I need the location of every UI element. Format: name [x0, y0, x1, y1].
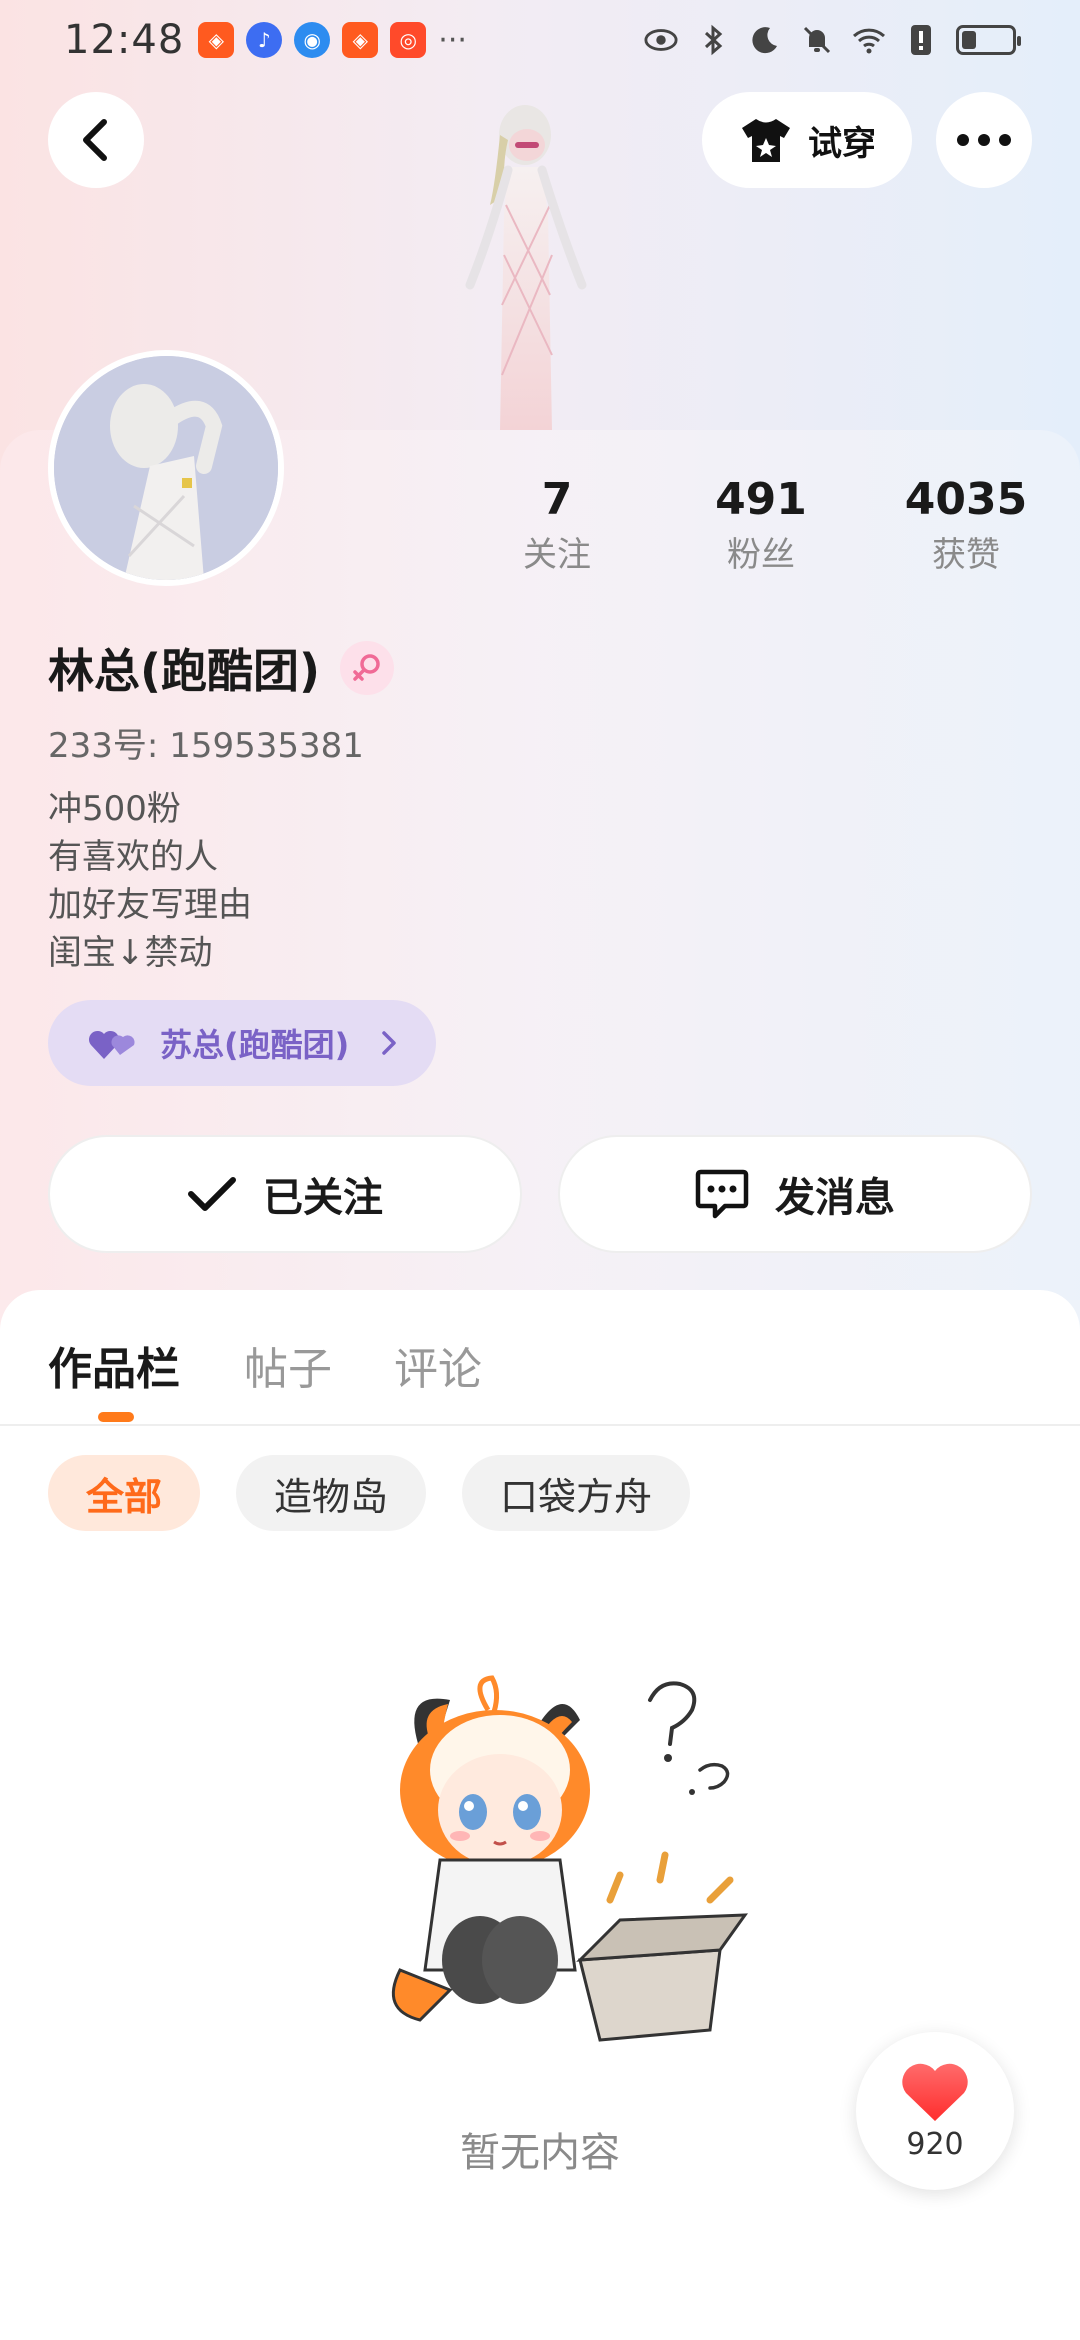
user-id-value: 159535381	[169, 726, 364, 766]
name-row: 林总(跑酷团)	[48, 635, 395, 701]
stat-following[interactable]: 7 关注	[457, 470, 657, 580]
female-gender-icon	[340, 641, 395, 695]
bio-line: 加好友写理由	[48, 885, 252, 925]
browser-app-icon: ◉	[294, 22, 331, 58]
checkmark-icon	[188, 1177, 236, 1211]
heart-icon	[902, 2063, 968, 2121]
back-button[interactable]	[48, 92, 144, 188]
chat-bubble-icon	[695, 1169, 749, 1219]
tab-comments[interactable]: 评论	[394, 1330, 482, 1410]
following-count: 7	[541, 474, 573, 525]
filter-chip-all[interactable]: 全部	[48, 1455, 201, 1531]
user-id[interactable]: 233号: 159535381	[48, 718, 364, 767]
stat-likes[interactable]: 4035 获赞	[866, 470, 1066, 580]
stats-row: 7 关注 491 粉丝 4035 获赞	[0, 470, 1080, 590]
send-message-label: 发消息	[775, 1175, 895, 1221]
twin-hearts-icon	[88, 1030, 135, 1059]
tab-posts[interactable]: 帖子	[244, 1330, 332, 1410]
like-floating-button[interactable]: 920	[856, 2032, 1014, 2190]
followed-label: 已关注	[263, 1175, 383, 1221]
tshirt-icon	[742, 119, 790, 162]
tab-bar: 作品栏 帖子 评论	[0, 1330, 1080, 1420]
alert-icon	[904, 23, 938, 57]
empty-state-illustration	[391, 1675, 749, 2042]
camera-app-icon: ◎	[390, 22, 427, 58]
followed-button[interactable]: 已关注	[48, 1135, 522, 1253]
battery-icon	[956, 25, 1021, 55]
following-label: 关注	[523, 535, 591, 575]
bio-line: 冲500粉	[48, 789, 181, 829]
user-id-label: 233号	[48, 726, 147, 766]
couple-name: 苏总(跑酷团)	[160, 1026, 350, 1064]
likes-label: 获赞	[932, 535, 1000, 575]
tab-divider	[0, 1424, 1080, 1426]
active-tab-indicator	[98, 1412, 134, 1422]
outfit-preview-figure	[465, 105, 587, 430]
moon-icon	[748, 23, 782, 57]
filter-chips: 全部 造物岛 口袋方舟	[48, 1455, 691, 1531]
bio-line: 闺宝↓禁动	[48, 933, 213, 973]
send-message-button[interactable]: 发消息	[558, 1135, 1032, 1253]
bluetooth-icon	[696, 23, 730, 57]
chevron-right-icon	[382, 1031, 397, 1055]
more-dots-icon	[957, 134, 1011, 146]
tab-works[interactable]: 作品栏	[48, 1330, 180, 1410]
likes-count: 4035	[904, 474, 1028, 525]
status-more-indicator: ···	[438, 22, 467, 58]
eye-icon	[644, 23, 678, 57]
try-on-label: 试穿	[808, 123, 876, 164]
user-name: 林总(跑酷团)	[48, 644, 321, 698]
chevron-left-icon	[83, 119, 107, 161]
like-count: 920	[906, 2126, 964, 2162]
music-app-icon: ♪	[246, 22, 283, 58]
stat-followers[interactable]: 491 粉丝	[661, 470, 861, 580]
bio: 冲500粉 有喜欢的人 加好友写理由 闺宝↓禁动	[48, 785, 252, 977]
system-status-icons	[644, 23, 1021, 57]
more-options-button[interactable]	[936, 92, 1032, 188]
try-on-button[interactable]: 试穿	[702, 92, 912, 188]
couple-link-chip[interactable]: 苏总(跑酷团)	[48, 1000, 436, 1086]
status-time: 12:48	[64, 17, 185, 63]
status-notification-icons: ◈ ♪ ◉ ◈ ◎	[198, 22, 427, 58]
wifi-icon	[852, 23, 886, 57]
bio-line: 有喜欢的人	[48, 837, 218, 877]
filter-chip-pocket-ark[interactable]: 口袋方舟	[462, 1455, 691, 1531]
followers-label: 粉丝	[727, 535, 795, 575]
filter-chip-creation-island[interactable]: 造物岛	[236, 1455, 427, 1531]
app-notification-icon: ◈	[342, 22, 379, 58]
status-bar: 12:48 ◈ ♪ ◉ ◈ ◎ ···	[0, 0, 1080, 80]
user-id-separator: :	[146, 726, 159, 766]
app-notification-icon: ◈	[198, 22, 235, 58]
followers-count: 491	[715, 474, 807, 525]
bell-off-icon	[800, 23, 834, 57]
